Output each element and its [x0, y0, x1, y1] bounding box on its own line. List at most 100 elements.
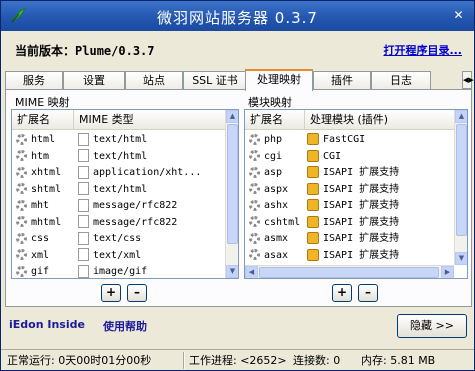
value-cell: text/html	[78, 182, 147, 198]
value-cell: application/xht...	[78, 165, 201, 181]
scroll-thumb[interactable]	[456, 124, 467, 236]
scroll-right-icon[interactable]: ▶	[441, 266, 454, 278]
value-text: message/rfc822	[93, 216, 178, 228]
value-text: text/css	[93, 233, 142, 244]
help-link[interactable]: 使用帮助	[103, 318, 147, 334]
table-row[interactable]: asmx ISAPI 扩展支持	[245, 231, 467, 247]
tab-sites[interactable]: 站点	[125, 71, 183, 90]
table-row[interactable]: html text/html	[12, 132, 238, 148]
close-icon[interactable]: ✕	[451, 8, 466, 23]
table-row[interactable]: asax ISAPI 扩展支持	[245, 248, 467, 264]
table-row[interactable]: xml text/xml	[12, 248, 238, 264]
tab-logs[interactable]: 日志	[371, 71, 431, 90]
col-extension[interactable]: 扩展名	[12, 110, 74, 130]
module-vscrollbar[interactable]: ▲ ▼	[454, 110, 467, 265]
scroll-left-icon[interactable]: ◀	[245, 266, 258, 278]
extension-cell: css	[16, 231, 76, 247]
scroll-up-icon[interactable]: ▲	[455, 110, 467, 123]
tab-plugins[interactable]: 插件	[313, 71, 371, 90]
tab-settings[interactable]: 设置	[63, 71, 125, 90]
table-row[interactable]: gif image/gif	[12, 264, 238, 278]
col-extension[interactable]: 扩展名	[245, 110, 305, 130]
module-list[interactable]: 扩展名 处理模块 (插件) php FastCGI cgi CGI asp ISAPI 扩…	[244, 109, 468, 279]
extension-text: html	[31, 134, 56, 145]
extension-cell: xml	[16, 248, 76, 264]
tab-ssl[interactable]: SSL 证书	[183, 71, 247, 90]
scroll-up-icon[interactable]: ▲	[226, 110, 238, 123]
module-remove-button[interactable]: –	[358, 284, 378, 302]
scroll-thumb[interactable]	[259, 267, 439, 278]
table-row[interactable]: cgi CGI	[245, 149, 467, 165]
brand-link[interactable]: iEdon Inside	[9, 318, 85, 331]
tab-service[interactable]: 服务	[5, 71, 63, 90]
process-status: 工作进程: <2652>	[189, 354, 287, 367]
table-row[interactable]: htm text/html	[12, 149, 238, 165]
extension-text: cgi	[264, 150, 283, 162]
scroll-down-icon[interactable]: ▼	[226, 265, 238, 278]
extension-text: css	[31, 233, 50, 244]
value-text: message/rfc822	[93, 200, 178, 211]
mime-add-button[interactable]: +	[101, 284, 121, 302]
table-row[interactable]: aspx ISAPI 扩展支持	[245, 182, 467, 198]
table-row[interactable]: mht message/rfc822	[12, 198, 238, 214]
extension-cell: php	[249, 132, 309, 148]
table-row[interactable]: cshtml ISAPI 扩展支持	[245, 215, 467, 231]
extension-cell: html	[16, 132, 76, 148]
version-info: 当前版本：Plume/0.3.7	[15, 42, 155, 59]
scroll-thumb[interactable]	[227, 124, 238, 244]
extension-text: asmx	[264, 233, 289, 244]
value-text: text/html	[93, 134, 148, 145]
connections-status: 连接数: 0	[293, 354, 341, 367]
extension-cell: cshtml	[249, 215, 309, 231]
value-text: ISAPI 扩展支持	[323, 167, 400, 178]
col-handler-module[interactable]: 处理模块 (插件)	[305, 110, 456, 130]
table-row[interactable]: mhtml message/rfc822	[12, 215, 238, 231]
extension-text: asp	[264, 167, 283, 178]
tab-handler-mapping[interactable]: 处理映射	[245, 69, 313, 91]
value-text: FastCGI	[323, 134, 366, 145]
gear-icon	[16, 216, 27, 227]
extension-cell: asp	[249, 165, 309, 181]
gear-icon	[249, 133, 260, 145]
extension-text: aspx	[264, 183, 289, 195]
module-hscrollbar[interactable]: ◀ ▶	[245, 265, 454, 278]
value-cell: image/gif	[78, 264, 147, 278]
gear-icon	[249, 166, 260, 178]
document-icon	[78, 198, 89, 212]
table-row[interactable]: xhtml application/xht...	[12, 165, 238, 181]
title-bar[interactable]: 微羽网站服务器 0.3.7 ✕	[1, 1, 474, 31]
mime-group: MIME 映射 扩展名 MIME 类型 html text/html htm text…	[9, 94, 239, 304]
tab-scroll-arrows[interactable]: ◀▶	[462, 71, 474, 89]
col-mime-type[interactable]: MIME 类型	[74, 110, 227, 130]
extension-text: asax	[264, 249, 289, 261]
table-row[interactable]: shtml text/html	[12, 182, 238, 198]
document-icon	[78, 231, 89, 245]
table-row[interactable]: css text/css	[12, 231, 238, 247]
gear-icon	[16, 249, 27, 260]
mime-list[interactable]: 扩展名 MIME 类型 html text/html htm text/html xht…	[11, 109, 239, 279]
status-divider	[183, 352, 185, 369]
extension-text: cshtml	[264, 216, 301, 228]
extension-cell: mhtml	[16, 215, 76, 231]
open-program-dir-link[interactable]: 打开程序目录...	[383, 42, 462, 58]
value-text: ISAPI 扩展支持	[323, 183, 400, 195]
gear-icon	[16, 199, 27, 211]
scroll-down-icon[interactable]: ▼	[455, 252, 467, 265]
gear-icon	[16, 183, 27, 194]
puzzle-plugin-icon	[307, 232, 319, 244]
value-text: ISAPI 扩展支持	[323, 233, 400, 244]
mime-vscrollbar[interactable]: ▲ ▼	[225, 110, 238, 278]
extension-text: mhtml	[31, 216, 62, 228]
module-add-button[interactable]: +	[332, 284, 352, 302]
document-icon	[78, 149, 89, 162]
extension-cell: ashx	[249, 198, 309, 214]
table-row[interactable]: php FastCGI	[245, 132, 467, 148]
value-cell: message/rfc822	[78, 198, 177, 214]
table-row[interactable]: ashx ISAPI 扩展支持	[245, 198, 467, 214]
extension-cell: gif	[16, 264, 76, 278]
table-row[interactable]: asp ISAPI 扩展支持	[245, 165, 467, 181]
hide-button[interactable]: 隐藏 >>	[397, 314, 467, 338]
value-cell: ISAPI 扩展支持	[307, 248, 399, 264]
mime-remove-button[interactable]: –	[127, 284, 147, 302]
extension-cell: shtml	[16, 182, 76, 198]
